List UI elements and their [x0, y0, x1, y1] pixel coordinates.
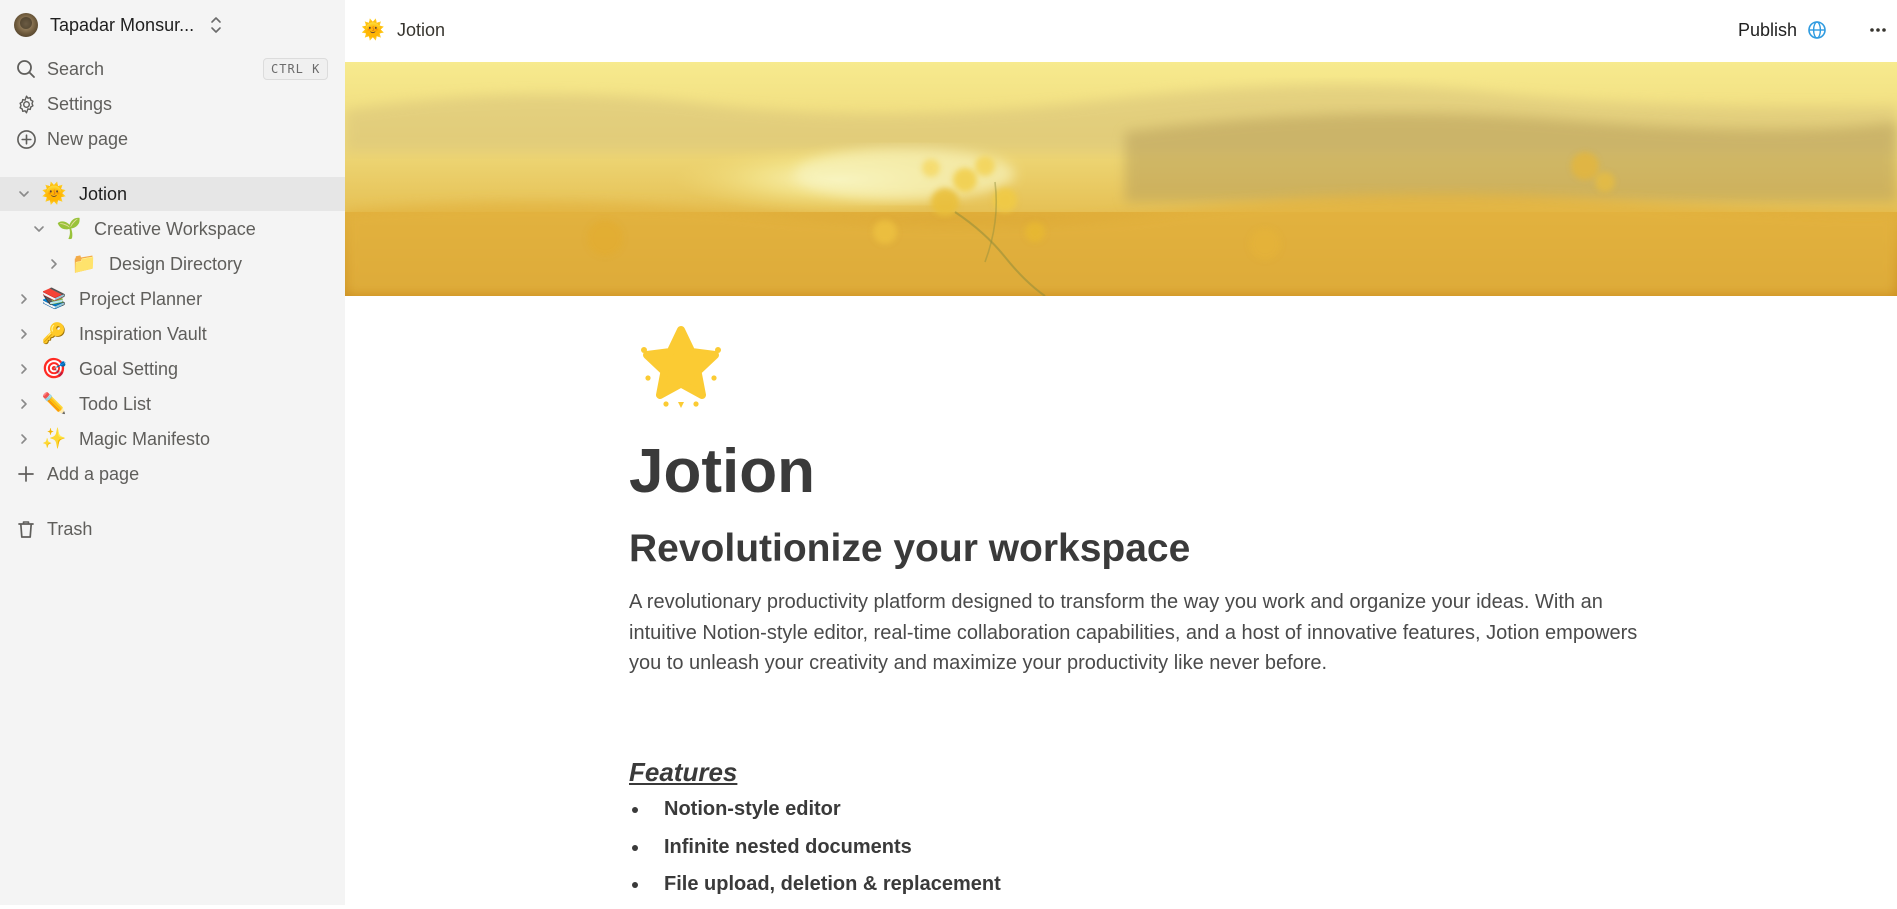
new-page-label: New page: [47, 128, 129, 149]
sidebar-item-label: Todo List: [79, 393, 152, 414]
chevron-down-icon[interactable]: [30, 220, 48, 238]
sidebar-item-label: Creative Workspace: [94, 218, 256, 239]
gear-icon: [15, 93, 37, 115]
workspace-name: Tapadar Monsur...: [50, 14, 195, 35]
folder-emoji-icon: 📁: [71, 253, 97, 275]
sidebar-item-design-directory[interactable]: 📁 Design Directory: [0, 247, 345, 281]
workspace-switcher[interactable]: Tapadar Monsur...: [14, 12, 234, 38]
sidebar-item-magic-manifesto[interactable]: ✨ Magic Manifesto: [0, 422, 345, 456]
star-icon: [641, 326, 721, 408]
target-emoji-icon: 🎯: [41, 358, 67, 380]
pencil-emoji-icon: ✏️: [41, 393, 67, 415]
trash-button[interactable]: Trash: [0, 512, 345, 546]
search-icon: [15, 58, 37, 80]
trash-label: Trash: [47, 518, 93, 539]
plus-circle-icon: [15, 128, 37, 150]
document-paragraph[interactable]: A revolutionary productivity platform de…: [629, 587, 1639, 679]
sparkles-emoji-icon: ✨: [41, 428, 67, 450]
sidebar-item-jotion[interactable]: 🌞 Jotion: [0, 177, 345, 211]
more-options-button[interactable]: [1865, 19, 1891, 41]
sidebar-item-label: Jotion: [79, 183, 128, 204]
features-list: Notion-style editor Infinite nested docu…: [629, 796, 1001, 909]
list-item[interactable]: File upload, deletion & replacement: [629, 871, 1001, 909]
add-page-label: Add a page: [47, 463, 140, 484]
document-heading[interactable]: Revolutionize your workspace: [629, 524, 1190, 574]
features-heading[interactable]: Features: [629, 754, 737, 790]
publish-button[interactable]: Publish: [1738, 16, 1827, 44]
more-horizontal-icon: [1870, 28, 1886, 32]
breadcrumb[interactable]: 🌞 Jotion: [361, 16, 445, 44]
sidebar-item-inspiration-vault[interactable]: 🔑 Inspiration Vault: [0, 317, 345, 351]
globe-icon: [1808, 21, 1826, 39]
settings-button[interactable]: Settings: [0, 87, 345, 121]
publish-label: Publish: [1738, 19, 1798, 40]
sidebar-item-label: Magic Manifesto: [79, 428, 211, 449]
sidebar: Tapadar Monsur... Search CTRL K Settings…: [0, 0, 345, 905]
chevron-right-icon[interactable]: [45, 255, 63, 273]
sun-emoji-icon: 🌞: [41, 183, 67, 205]
settings-label: Settings: [47, 93, 113, 114]
sidebar-item-project-planner[interactable]: 📚 Project Planner: [0, 282, 345, 316]
new-page-button[interactable]: New page: [0, 122, 345, 156]
search-shortcut-badge: CTRL K: [263, 58, 329, 80]
list-item[interactable]: Notion-style editor: [629, 796, 1001, 834]
chevron-right-icon[interactable]: [15, 430, 33, 448]
cover-image[interactable]: [345, 62, 1897, 296]
sidebar-item-label: Goal Setting: [79, 358, 179, 379]
chevron-right-icon[interactable]: [15, 290, 33, 308]
sun-emoji-icon: 🌞: [361, 20, 385, 41]
list-item[interactable]: Infinite nested documents: [629, 834, 1001, 872]
sidebar-item-label: Inspiration Vault: [79, 323, 207, 344]
seedling-emoji-icon: 🌱: [56, 218, 82, 240]
search-label: Search: [47, 58, 105, 79]
cover-photo: [345, 62, 1897, 296]
sidebar-item-label: Design Directory: [109, 253, 243, 274]
sidebar-item-creative-workspace[interactable]: 🌱 Creative Workspace: [0, 212, 345, 246]
chevron-right-icon[interactable]: [15, 395, 33, 413]
chevron-down-icon[interactable]: [15, 185, 33, 203]
plus-icon: [15, 463, 37, 485]
avatar: [14, 13, 38, 37]
chevron-right-icon[interactable]: [15, 360, 33, 378]
books-emoji-icon: 📚: [41, 288, 67, 310]
sidebar-item-todo-list[interactable]: ✏️ Todo List: [0, 387, 345, 421]
top-bar: 🌞 Jotion Publish: [345, 0, 1897, 60]
sidebar-item-label: Project Planner: [79, 288, 203, 309]
sidebar-item-goal-setting[interactable]: 🎯 Goal Setting: [0, 352, 345, 386]
search-button[interactable]: Search CTRL K: [0, 52, 345, 86]
add-page-button[interactable]: Add a page: [0, 457, 345, 491]
trash-icon: [15, 518, 37, 540]
breadcrumb-label: Jotion: [397, 19, 446, 40]
page-title[interactable]: Jotion: [629, 436, 815, 508]
chevron-up-down-icon: [211, 17, 221, 33]
key-emoji-icon: 🔑: [41, 323, 67, 345]
chevron-right-icon[interactable]: [15, 325, 33, 343]
document-star-icon[interactable]: [636, 322, 726, 412]
